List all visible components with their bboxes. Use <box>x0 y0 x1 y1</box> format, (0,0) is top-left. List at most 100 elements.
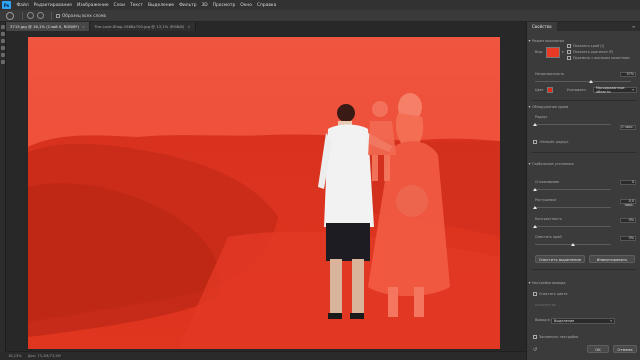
feather-value[interactable]: 0,0 пикс. <box>620 199 636 206</box>
section-divider <box>531 152 637 153</box>
close-icon[interactable]: × <box>82 24 85 29</box>
smart-radius-label: «Умный» радиус <box>539 140 569 144</box>
show-original-row[interactable]: Показать оригинал (P) <box>567 50 640 54</box>
radius-row: Радиус <box>527 115 640 119</box>
global-refine-header[interactable]: ▾ Глобальные уточнения <box>527 161 640 166</box>
radius-value[interactable]: 0 пикс. <box>620 125 636 130</box>
view-mode-thumbnail[interactable] <box>546 46 561 58</box>
shift-edge-slider-knob[interactable] <box>571 242 575 246</box>
opacity-slider[interactable] <box>535 79 631 83</box>
shift-edge-slider[interactable] <box>535 242 611 246</box>
document-size: Док: 73,2M/73,2M <box>27 354 61 358</box>
show-original-checkbox[interactable] <box>567 50 571 54</box>
shift-edge-label: Сместить край <box>535 235 562 239</box>
show-edge-row[interactable]: Показать край (J) <box>567 44 640 48</box>
contrast-label: Контрастность <box>535 217 562 221</box>
menu-file[interactable]: Файл <box>14 3 31 8</box>
properties-panel: Свойства ≡ ▾ Режим просмотра Вид: ▾ Пока… <box>526 22 640 360</box>
tab-label: The-Love-Shop-1988x700.jpg @ 13,1% (RGB/… <box>94 24 185 29</box>
hand-tool-icon[interactable] <box>0 53 5 57</box>
move-tool-icon[interactable] <box>0 25 5 29</box>
contrast-value[interactable]: 0% <box>620 218 636 223</box>
realtime-refine-label: Просмотр с высоким качеством <box>573 56 630 60</box>
overlay-color-swatch[interactable] <box>546 87 553 93</box>
section-divider <box>531 100 637 101</box>
cancel-button[interactable]: Отмена <box>613 345 637 353</box>
indicates-dropdown[interactable]: Маскированные области <box>593 86 637 94</box>
menu-type[interactable]: Текст <box>127 3 145 8</box>
menu-image[interactable]: Изображение <box>74 3 111 8</box>
smart-radius-row[interactable]: «Умный» радиус <box>533 140 640 144</box>
realtime-refine-row[interactable]: Просмотр с высоким качеством <box>567 56 640 60</box>
panel-title[interactable]: Свойства <box>527 22 557 31</box>
reset-icon[interactable]: ↺ <box>533 347 541 353</box>
output-to-dropdown[interactable]: Выделение <box>551 318 615 324</box>
document-tabs: 3715.jpg @ 16,1% (Слой 0, RGB/8*) × The-L… <box>6 22 526 31</box>
color-label: Цвет <box>535 88 544 92</box>
zoom-tool-icon[interactable] <box>0 60 5 64</box>
output-to-label: Вывод в: <box>535 318 551 322</box>
zoom-level[interactable]: 16,13% <box>8 354 22 358</box>
smooth-slider-knob[interactable] <box>533 187 537 191</box>
tab-3715-jpg[interactable]: 3715.jpg @ 16,1% (Слой 0, RGB/8*) × <box>6 22 91 31</box>
output-settings-header[interactable]: ▾ Настройки вывода <box>527 280 640 285</box>
options-bar: Образец всех слоев <box>0 10 640 22</box>
menu-edit[interactable]: Редактирование <box>31 3 74 8</box>
brush-tool-icon[interactable] <box>0 39 5 43</box>
radius-slider[interactable] <box>533 122 611 126</box>
remember-settings-row[interactable]: Запомнить настройки <box>533 335 640 339</box>
realtime-refine-checkbox[interactable] <box>567 56 571 60</box>
quick-selection-tool-icon[interactable] <box>0 32 5 36</box>
edge-detection-header[interactable]: ▾ Обнаружение краев <box>527 104 640 109</box>
opacity-slider-knob[interactable] <box>589 79 593 83</box>
menu-select[interactable]: Выделение <box>145 3 176 8</box>
invert-button[interactable]: Инвертировать <box>589 255 635 263</box>
quick-selection-tool-icon[interactable] <box>6 11 14 20</box>
smooth-slider[interactable] <box>533 187 611 191</box>
smart-radius-checkbox[interactable] <box>533 140 537 144</box>
menu-filter[interactable]: Фильтр <box>177 3 199 8</box>
ok-button[interactable]: OK <box>587 345 609 353</box>
panel-menu-icon[interactable]: ≡ <box>632 22 640 31</box>
contrast-slider-knob[interactable] <box>533 224 537 228</box>
tab-love-shop-jpg[interactable]: The-Love-Shop-1988x700.jpg @ 13,1% (RGB/… <box>90 22 196 31</box>
photo-with-red-overlay <box>28 37 500 349</box>
edge-detection-title: Обнаружение краев <box>532 104 569 109</box>
decontaminate-checkbox[interactable] <box>533 292 537 296</box>
menu-3d[interactable]: 3D <box>199 3 210 8</box>
menu-window[interactable]: Окно <box>238 3 255 8</box>
remember-settings-label: Запомнить настройки <box>539 335 579 339</box>
smooth-value[interactable]: 0 <box>620 180 636 185</box>
lasso-tool-icon[interactable] <box>0 46 5 50</box>
chevron-down-icon[interactable]: ▾ <box>562 50 564 54</box>
radius-slider-knob[interactable] <box>533 122 537 126</box>
opacity-value[interactable]: 57% <box>620 72 636 77</box>
close-icon[interactable]: × <box>187 24 190 29</box>
brush-size-icon[interactable] <box>27 12 34 19</box>
smooth-label: Сглаживание <box>535 180 560 184</box>
status-bar: 16,13% Док: 73,2M/73,2M <box>0 352 526 360</box>
feather-slider[interactable] <box>533 205 611 209</box>
section-divider <box>531 269 637 270</box>
menu-view[interactable]: Просмотр <box>210 3 238 8</box>
radius-label: Радиус <box>535 115 548 119</box>
decontaminate-label: Очистить цвета <box>539 292 568 296</box>
clear-selection-button[interactable]: Очистить выделение <box>535 255 585 263</box>
menu-help[interactable]: Справка <box>254 3 278 8</box>
remember-settings-checkbox[interactable] <box>533 335 537 339</box>
decontaminate-row[interactable]: Очистить цвета <box>533 292 640 296</box>
menu-bar: Ps Файл Редактирование Изображение Слои … <box>0 0 640 10</box>
show-edge-checkbox[interactable] <box>567 44 571 48</box>
brush-settings-icon[interactable] <box>37 12 44 19</box>
feather-slider-knob[interactable] <box>533 205 537 209</box>
show-edge-label: Показать край (J) <box>573 44 604 48</box>
amount-row: Количество <box>527 303 640 307</box>
contrast-slider[interactable] <box>533 224 611 228</box>
output-settings-title: Настройки вывода <box>532 280 566 285</box>
document-canvas[interactable] <box>28 37 500 349</box>
sample-all-layers-checkbox[interactable] <box>56 13 60 18</box>
shift-edge-value[interactable]: 0% <box>620 236 636 241</box>
menu-layers[interactable]: Слои <box>111 3 127 8</box>
show-original-label: Показать оригинал (P) <box>573 50 614 54</box>
view-mode-header[interactable]: ▾ Режим просмотра <box>527 38 640 43</box>
